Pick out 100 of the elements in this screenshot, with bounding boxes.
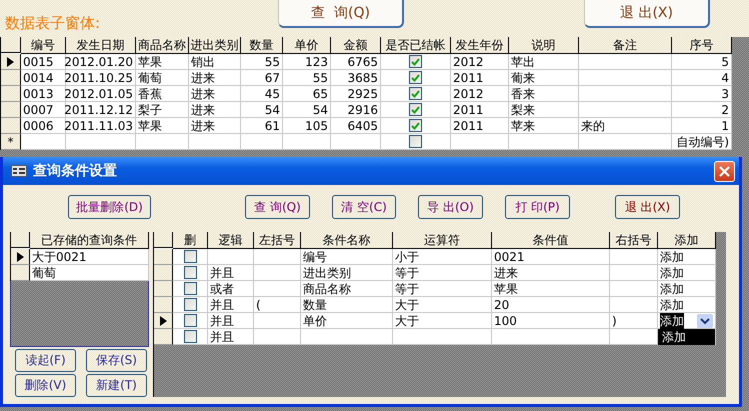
toolbar-button[interactable]: 退 出(X) (615, 195, 680, 219)
table-cell: 数量 (301, 297, 393, 313)
list-button[interactable]: 删除(V) (15, 374, 76, 397)
table-cell: 2916 (331, 102, 381, 118)
table-cell (254, 265, 301, 281)
checkbox[interactable] (184, 282, 196, 295)
table-cell: 2011.10.25 (66, 70, 136, 86)
row-selector[interactable] (11, 265, 30, 281)
close-button[interactable] (714, 160, 735, 182)
checkbox[interactable] (184, 250, 196, 263)
table-cell: 等于 (393, 265, 492, 281)
checkbox[interactable] (409, 71, 422, 84)
window-title: 查询条件设置 (33, 162, 118, 180)
column-header[interactable]: 备注 (579, 37, 672, 54)
row-selector[interactable] (154, 313, 173, 329)
toolbar-button[interactable]: 导 出(O) (418, 195, 483, 219)
column-header[interactable]: 金额 (331, 37, 381, 54)
table-cell: 并且 (208, 329, 254, 345)
table-cell (254, 313, 301, 329)
table-cell (610, 265, 658, 281)
exit-button[interactable]: 退 出(X) (584, 0, 710, 28)
toolbar-button[interactable]: 清 空(C) (332, 195, 396, 219)
table-cell: 2012 (451, 86, 509, 102)
column-header[interactable]: 添加 (658, 232, 716, 249)
table-cell (136, 134, 189, 150)
table-cell: 0021 (492, 249, 610, 265)
table-cell: 2012 (451, 54, 509, 70)
row-selector[interactable] (154, 329, 173, 345)
row-selector[interactable] (1, 86, 21, 102)
column-header[interactable]: 单价 (283, 37, 331, 54)
column-header[interactable]: 发生日期 (66, 37, 136, 54)
table-cell: 2925 (331, 86, 381, 102)
table-cell: 2 (672, 102, 732, 118)
list-button[interactable]: 读起(F) (15, 349, 76, 372)
row-selector[interactable] (1, 118, 21, 134)
checkbox[interactable] (409, 119, 422, 132)
checkbox[interactable] (409, 87, 422, 100)
column-header[interactable]: 左括号 (254, 232, 301, 249)
table-cell: 大于 (393, 297, 492, 313)
table-cell: 2011 (451, 70, 509, 86)
column-header[interactable]: 运算符 (393, 232, 492, 249)
dropdown-button[interactable] (697, 314, 713, 328)
row-selector[interactable] (154, 249, 173, 265)
row-selector[interactable] (154, 281, 173, 297)
table-cell: 葡萄 (136, 70, 189, 86)
toolbar-button[interactable]: 打 印(P) (505, 195, 570, 219)
row-selector[interactable] (1, 54, 21, 70)
column-header[interactable]: 逻辑 (208, 232, 254, 249)
row-selector[interactable] (11, 249, 30, 265)
column-header[interactable]: 是否已结帐 (381, 37, 451, 54)
list-button[interactable]: 新建(T) (86, 374, 147, 397)
column-header[interactable]: 进出类别 (189, 37, 241, 54)
table-cell: ) (610, 313, 658, 329)
checkbox[interactable] (184, 298, 196, 311)
table-cell: 3685 (331, 70, 381, 86)
checkbox[interactable] (184, 314, 196, 327)
dropdown-option[interactable]: 添加 (658, 328, 715, 344)
row-selector[interactable] (1, 102, 21, 118)
query-button[interactable]: 查 询(Q) (278, 0, 404, 28)
row-selector[interactable] (154, 265, 173, 281)
checkbox[interactable] (184, 330, 196, 343)
table-cell (254, 281, 301, 297)
table-cell: 0014 (21, 70, 66, 86)
column-header[interactable]: 编号 (21, 37, 66, 54)
column-header[interactable]: 商品名称 (136, 37, 189, 54)
toolbar-button[interactable]: 批量删除(D) (68, 195, 151, 219)
column-header[interactable]: 条件名称 (301, 232, 393, 249)
list-button[interactable]: 保存(S) (86, 349, 147, 372)
table-cell: 0007 (21, 102, 66, 118)
table-cell: 3 (672, 86, 732, 102)
checkbox[interactable] (409, 55, 422, 68)
checkbox[interactable] (409, 135, 422, 148)
table-cell: 苹来 (509, 118, 579, 134)
column-header[interactable]: 条件值 (492, 232, 610, 249)
table-cell: 2011.11.03 (66, 118, 136, 134)
column-header[interactable]: 右括号 (610, 232, 658, 249)
new-row-marker[interactable]: * (1, 134, 21, 150)
column-header[interactable]: 数量 (241, 37, 283, 54)
column-header[interactable]: 已存储的查询条件 (30, 232, 149, 249)
table-cell: 梨子 (136, 102, 189, 118)
column-header[interactable]: 序号 (672, 37, 732, 54)
saved-query-item[interactable]: 大于0021 (30, 249, 149, 265)
form-title: 数据表子窗体: (5, 14, 102, 33)
combo-cell[interactable]: 添加 (658, 313, 716, 329)
table-cell: 葡来 (509, 70, 579, 86)
table-cell: 2012.01.05 (66, 86, 136, 102)
toolbar-button[interactable]: 查 询(Q) (245, 195, 310, 219)
table-cell: 或者 (208, 281, 254, 297)
column-header[interactable]: 说明 (509, 37, 579, 54)
table-cell (283, 134, 331, 150)
column-header[interactable]: 发生年份 (451, 37, 509, 54)
column-header[interactable]: 删 (173, 232, 208, 249)
combo-value[interactable]: 添加 (660, 312, 684, 328)
checkbox[interactable] (184, 266, 196, 279)
checkbox[interactable] (409, 103, 422, 116)
row-selector[interactable] (154, 297, 173, 313)
table-cell: 55 (241, 54, 283, 70)
row-selector[interactable] (1, 70, 21, 86)
table-cell: 1 (672, 118, 732, 134)
table-cell: 6765 (331, 54, 381, 70)
